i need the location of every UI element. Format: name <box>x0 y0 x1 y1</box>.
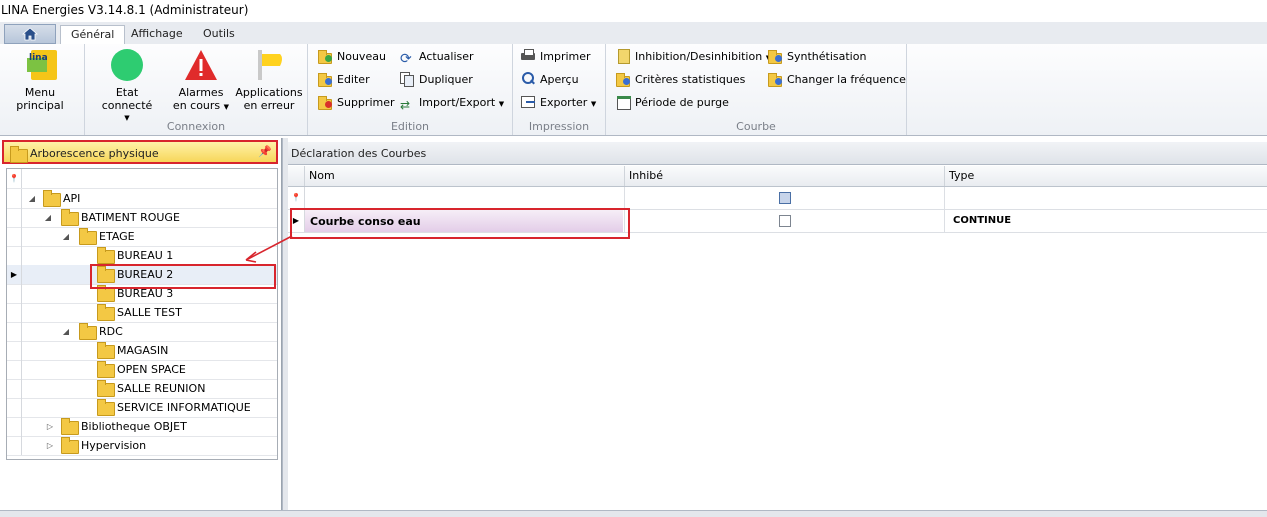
annotation-arrow <box>245 235 293 263</box>
